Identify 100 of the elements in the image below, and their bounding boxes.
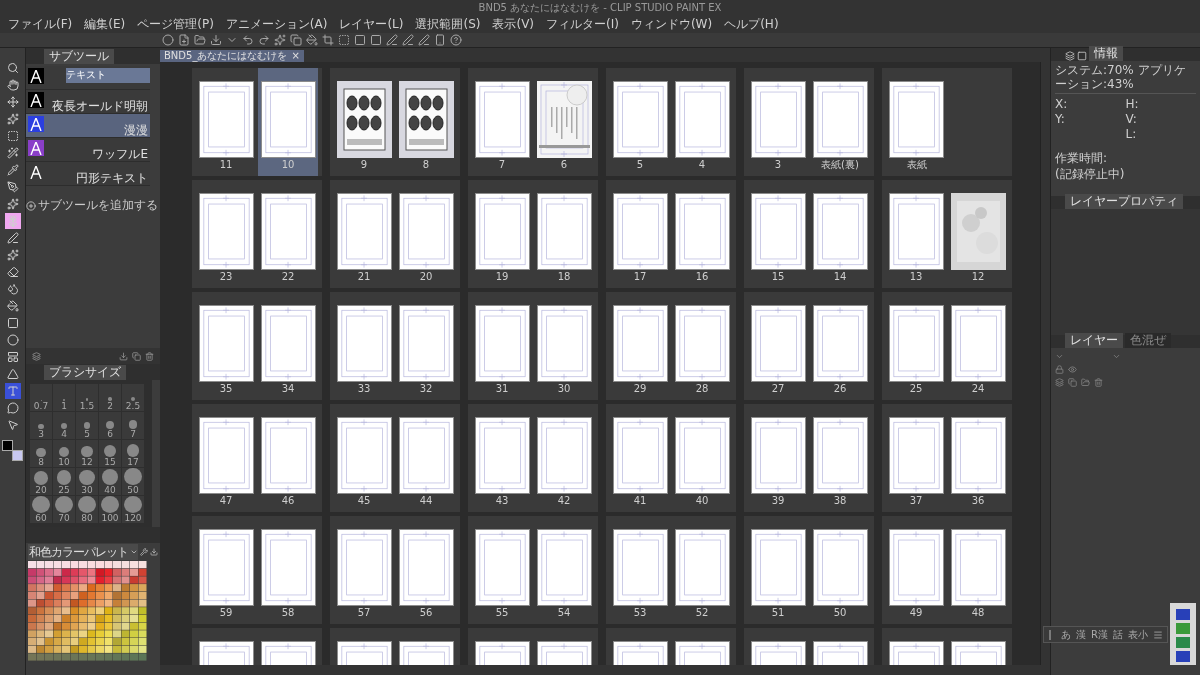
page-slot[interactable]: 21 [334,180,394,288]
page-slot[interactable]: 15 [748,180,808,288]
toolbar-button[interactable]: 漢 [1076,627,1087,642]
undo-icon[interactable] [242,34,254,46]
eye-icon[interactable] [1068,365,1077,374]
page-thumbnail[interactable] [398,305,454,382]
menu-item[interactable]: ページ管理(P) [137,17,214,31]
page-slot[interactable]: 32 [396,292,456,400]
brush-size-option[interactable]: 70 [53,496,75,523]
brush-size-option[interactable]: 80 [76,496,98,523]
caret-icon[interactable] [1112,352,1121,361]
page-thumbnail[interactable] [750,305,806,382]
page-slot[interactable]: 35 [196,292,256,400]
sparkle-icon[interactable] [4,111,21,127]
page-slot[interactable]: 表紙(裏) [810,68,870,176]
brush-size-option[interactable]: 100 [99,496,121,523]
pen-line-icon[interactable] [418,34,430,46]
main-color-swatch[interactable] [1,440,13,451]
page-slot[interactable]: 9 [334,68,394,176]
lock-icon[interactable] [1055,365,1064,374]
text-icon[interactable] [4,383,21,399]
page-thumbnail[interactable] [260,305,316,382]
page-slot[interactable]: 18 [534,180,594,288]
layer-tab[interactable]: 色混ぜ [1125,333,1171,348]
dashed-square-icon[interactable] [338,34,350,46]
page-thumbnail[interactable] [812,305,868,382]
paint-bucket-icon[interactable] [306,34,318,46]
page-slot[interactable]: 31 [472,292,532,400]
crop-icon[interactable] [322,34,334,46]
brush-size-option[interactable]: 120 [122,496,144,523]
new-file-icon[interactable] [178,34,190,46]
page-thumbnail[interactable] [674,81,730,158]
page-thumbnail[interactable] [750,417,806,494]
page-slot[interactable]: 13 [886,180,946,288]
layer-tab[interactable]: レイヤー [1065,333,1123,348]
brush-size-option[interactable]: 0.7 [30,384,52,411]
brush-size-option[interactable]: 50 [122,468,144,495]
sparkle-icon[interactable] [274,34,286,46]
panel-tab[interactable]: ブラシサイズ [44,365,126,380]
page-thumbnail[interactable] [612,417,668,494]
menu-item[interactable]: 選択範囲(S) [415,17,481,31]
page-thumbnail[interactable] [336,417,392,494]
page-thumbnail[interactable] [260,81,316,158]
page-slot[interactable]: 表紙 [886,68,947,176]
copy-icon[interactable] [290,34,302,46]
page-thumbnail[interactable] [750,193,806,270]
copy-icon[interactable] [1068,378,1077,387]
pen-icon[interactable] [4,179,21,195]
brush-size-option[interactable]: 12 [76,440,98,467]
brush-size-option[interactable]: 3 [30,412,52,439]
brush-size-option[interactable]: 17 [122,440,144,467]
page-slot[interactable]: 43 [472,404,532,512]
pen-line-icon[interactable] [4,230,21,246]
document-tab[interactable]: BND5_あなたにはなむけを × [160,50,304,62]
page-slot[interactable]: 37 [886,404,946,512]
page-thumbnail[interactable] [612,81,668,158]
brush-size-option[interactable]: 4 [53,412,75,439]
page-thumbnail[interactable] [398,529,454,606]
page-slot[interactable]: 58 [258,516,318,624]
page-slot[interactable]: 22 [258,180,318,288]
page-thumbnail[interactable] [536,193,592,270]
page-slot[interactable]: 34 [258,292,318,400]
brush-size-option[interactable]: 7 [122,412,144,439]
speech-bubble-icon[interactable] [4,400,21,416]
page-slot[interactable]: 40 [672,404,732,512]
page-slot[interactable]: 20 [396,180,456,288]
page-slot[interactable]: 16 [672,180,732,288]
page-slot[interactable]: 3 [748,68,808,176]
brush-size-option[interactable]: 25 [53,468,75,495]
page-slot[interactable]: 55 [472,516,532,624]
layers-icon[interactable] [1065,51,1075,61]
brush-size-option[interactable]: 30 [76,468,98,495]
eraser-icon[interactable] [4,264,21,280]
page-thumbnail[interactable] [198,529,254,606]
add-subtool-button[interactable]: サブツールを追加する [26,198,158,213]
page-thumbnail[interactable] [812,529,868,606]
page-slot[interactable]: 46 [258,404,318,512]
pen-line-icon[interactable] [402,34,414,46]
page-slot[interactable]: 48 [948,516,1008,624]
page-thumbnail[interactable] [612,193,668,270]
menu-item[interactable]: レイヤー(L) [339,17,404,31]
brush-size-option[interactable]: 40 [99,468,121,495]
folder-icon[interactable] [1081,378,1090,387]
page-thumbnail[interactable] [198,81,254,158]
page-slot[interactable]: 10 [258,68,318,176]
page-thumbnail[interactable] [198,417,254,494]
page-thumbnail[interactable] [612,529,668,606]
page-slot[interactable]: 44 [396,404,456,512]
palette-dropdown[interactable]: 和色カラーパレット [28,544,138,560]
page-thumbnail[interactable] [750,81,806,158]
circle-icon[interactable] [4,332,21,348]
page-slot[interactable]: 6 [534,68,594,176]
page-slot[interactable]: 19 [472,180,532,288]
page-thumbnail[interactable] [198,193,254,270]
page-slot[interactable]: 17 [610,180,670,288]
brush-size-option[interactable]: 20 [30,468,52,495]
page-slot[interactable]: 24 [948,292,1008,400]
page-thumbnail[interactable] [674,529,730,606]
toolbar-button[interactable]: あ [1061,627,1072,642]
page-thumbnail[interactable] [198,305,254,382]
